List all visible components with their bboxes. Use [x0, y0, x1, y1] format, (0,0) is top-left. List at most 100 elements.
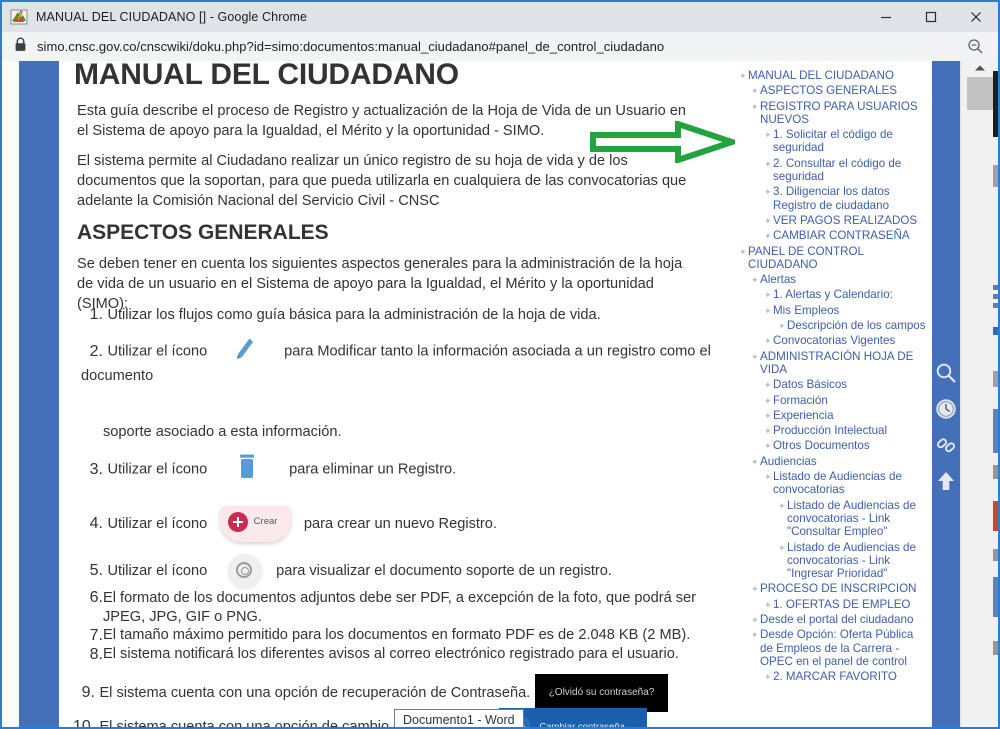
toc-link[interactable]: VER PAGOS REALIZADOS — [773, 214, 927, 227]
toc-item[interactable]: ✦ Listado de Audiencias de convocatorias … — [778, 499, 927, 539]
toc-item[interactable]: ✦ 1. Alertas y Calendario: — [764, 288, 927, 301]
clock-icon[interactable] — [934, 397, 958, 421]
list-item: 7. El tamaño máximo permitido para los d… — [81, 627, 726, 645]
address-bar[interactable]: simo.cnsc.gov.co/cnscwiki/doku.php?id=si… — [2, 32, 998, 62]
toc-link[interactable]: Convocatorias Vigentes — [773, 334, 927, 347]
toc-link[interactable]: REGISTRO PARA USUARIOS NUEVOS — [760, 100, 927, 127]
toc-link[interactable]: Otros Documentos — [773, 439, 927, 452]
list-item: 4. Utilizar el ícono Crear para crear un… — [81, 506, 721, 542]
toc-link[interactable]: PROCESO DE INSCRIPCION — [760, 582, 927, 595]
toc-link[interactable]: Listado de Audiencias de convocatorias -… — [787, 499, 927, 539]
window-controls — [863, 2, 998, 32]
toc-item[interactable]: ✦ Desde Opción: Oferta Pública de Empleos… — [751, 628, 927, 668]
arrow-up-icon[interactable] — [934, 469, 958, 493]
window-title: MANUAL DEL CIUDADANO [] - Google Chrome — [36, 10, 308, 24]
toc-bullet-icon: ✦ — [764, 336, 772, 347]
toc-link[interactable]: Mis Empleos — [773, 304, 927, 317]
toc-item[interactable]: ✦ PANEL DE CONTROL CIUDADANO — [739, 245, 927, 272]
toc-item[interactable]: ✦ MANUAL DEL CIUDADANO — [739, 69, 927, 82]
toc-item[interactable]: ✦ 1. OFERTAS DE EMPLEO — [764, 598, 927, 611]
page-title: MANUAL DEL CIUDADANO — [74, 61, 459, 91]
section-heading-aspectos: ASPECTOS GENERALES — [77, 221, 329, 244]
toc-link[interactable]: Desde Opción: Oferta Pública de Empleos … — [760, 628, 927, 668]
toc-link[interactable]: 2. MARCAR FAVORITO — [773, 670, 927, 683]
toc-bullet-icon: ✦ — [778, 542, 786, 553]
toc-link[interactable]: MANUAL DEL CIUDADANO — [748, 69, 927, 82]
toc-link[interactable]: 2. Consultar el código de seguridad — [773, 157, 927, 184]
toc-link[interactable]: Alertas — [760, 273, 927, 286]
aspectos-intro: Se deben tener en cuenta los siguientes … — [77, 256, 683, 312]
list-item: 6. El formato de los documentos adjuntos… — [81, 589, 726, 627]
crear-button[interactable]: Crear — [219, 506, 292, 542]
toc-item[interactable]: ✦ ASPECTOS GENERALES — [751, 84, 927, 97]
list-item-number: 6. — [89, 589, 103, 606]
toc-bullet-icon: ✦ — [764, 599, 772, 610]
toc-item[interactable]: ✦ REGISTRO PARA USUARIOS NUEVOS — [751, 100, 927, 127]
toc-bullet-icon: ✦ — [764, 441, 772, 452]
toc-link[interactable]: Experiencia — [773, 409, 927, 422]
chrome-window: MANUAL DEL CIUDADANO [] - Google Chrome … — [0, 0, 1000, 729]
toc-item[interactable]: ✦ ADMINISTRACIÓN HOJA DE VIDA — [751, 350, 927, 377]
toc-link[interactable]: ASPECTOS GENERALES — [760, 84, 927, 97]
toc-link[interactable]: Producción Intelectual — [773, 424, 927, 437]
toc-item[interactable]: ✦ Convocatorias Vigentes — [764, 334, 927, 347]
minimize-button[interactable] — [863, 2, 908, 32]
forgot-password-label: ¿Olvidó su contraseña? — [548, 687, 655, 698]
toc-item[interactable]: ✦ 2. Consultar el código de seguridad — [764, 157, 927, 184]
view-document-icon[interactable] — [227, 554, 262, 588]
toc-item[interactable]: ✦ Producción Intelectual — [764, 424, 927, 437]
backlinks-icon[interactable] — [934, 433, 958, 457]
toc-link[interactable]: ADMINISTRACIÓN HOJA DE VIDA — [760, 350, 927, 377]
toc-item[interactable]: ✦ Formación — [764, 394, 927, 407]
toc-item[interactable]: ✦ 1. Solicitar el código de seguridad — [764, 128, 927, 155]
search-icon[interactable] — [934, 361, 958, 385]
toc-link[interactable]: 1. Solicitar el código de seguridad — [773, 128, 927, 155]
toc-bullet-icon: ✦ — [751, 584, 759, 595]
toc-link[interactable]: Descripción de los campos — [787, 319, 927, 332]
toc-link[interactable]: 3. Diligenciar los datos Registro de ciu… — [773, 185, 927, 212]
toc-link[interactable]: 1. OFERTAS DE EMPLEO — [773, 598, 927, 611]
toc-item[interactable]: ✦ Audiencias — [751, 455, 927, 468]
title-bar: MANUAL DEL CIUDADANO [] - Google Chrome — [2, 2, 998, 32]
toc-link[interactable]: Datos Básicos — [773, 378, 927, 391]
toc-bullet-icon: ✦ — [764, 187, 772, 198]
toc-item[interactable]: ✦ Otros Documentos — [764, 439, 927, 452]
toc-item[interactable]: ✦ Listado de Audiencias de convocatorias … — [778, 541, 927, 581]
toc-item[interactable]: ✦ Mis Empleos — [764, 304, 927, 317]
toc-item[interactable]: ✦ Alertas — [751, 273, 927, 286]
maximize-button[interactable] — [908, 2, 953, 32]
toc-bullet-icon: ✦ — [764, 215, 772, 226]
toc-item[interactable]: ✦ Experiencia — [764, 409, 927, 422]
list-item-cont-text: soporte asociado a esta información. — [103, 424, 342, 440]
list-item-number: 3. — [89, 460, 103, 478]
scrollbar-thumb[interactable] — [967, 77, 993, 110]
toc-link[interactable]: CAMBIAR CONTRASEÑA — [773, 229, 927, 242]
left-blue-bar — [19, 61, 59, 727]
toc-link[interactable]: Desde el portal del ciudadano — [760, 613, 927, 626]
toc-bullet-icon: ✦ — [764, 305, 772, 316]
toc-link[interactable]: PANEL DE CONTROL CIUDADANO — [748, 245, 927, 272]
toc-link[interactable]: Listado de Audiencias de convocatorias — [773, 470, 927, 497]
toc-item[interactable]: ✦ Datos Básicos — [764, 378, 927, 391]
toc-link[interactable]: 1. Alertas y Calendario: — [773, 288, 927, 301]
toc-item[interactable]: ✦ Listado de Audiencias de convocatorias — [764, 470, 927, 497]
toc-item[interactable]: ✦ 3. Diligenciar los datos Registro de ci… — [764, 185, 927, 212]
toc-item[interactable]: ✦ PROCESO DE INSCRIPCION — [751, 582, 927, 595]
toc-link[interactable]: Audiencias — [760, 455, 927, 468]
toc-link[interactable]: Formación — [773, 394, 927, 407]
toc-item[interactable]: ✦ CAMBIAR CONTRASEÑA — [764, 229, 927, 242]
list-item-number: 9. — [81, 684, 95, 702]
forgot-password-button[interactable]: ¿Olvidó su contraseña? — [534, 674, 669, 712]
toc-list: ✦ MANUAL DEL CIUDADANO ✦ ASPECTOS GENERALES… — [737, 69, 927, 683]
list-item-text: El formato de los documentos adjuntos de… — [103, 590, 697, 625]
toc-item[interactable]: ✦ 2. MARCAR FAVORITO — [764, 670, 927, 683]
list-item-number: 2. — [89, 342, 103, 360]
close-button[interactable] — [953, 2, 998, 32]
page-scrollbar[interactable] — [960, 61, 998, 727]
zoom-out-icon[interactable] — [967, 38, 984, 60]
toc-bullet-icon: ✦ — [764, 472, 772, 483]
toc-item[interactable]: ✦ VER PAGOS REALIZADOS — [764, 214, 927, 227]
toc-item[interactable]: ✦ Desde el portal del ciudadano — [751, 613, 927, 626]
toc-link[interactable]: Listado de Audiencias de convocatorias -… — [787, 541, 927, 581]
toc-item[interactable]: ✦ Descripción de los campos — [778, 319, 927, 332]
